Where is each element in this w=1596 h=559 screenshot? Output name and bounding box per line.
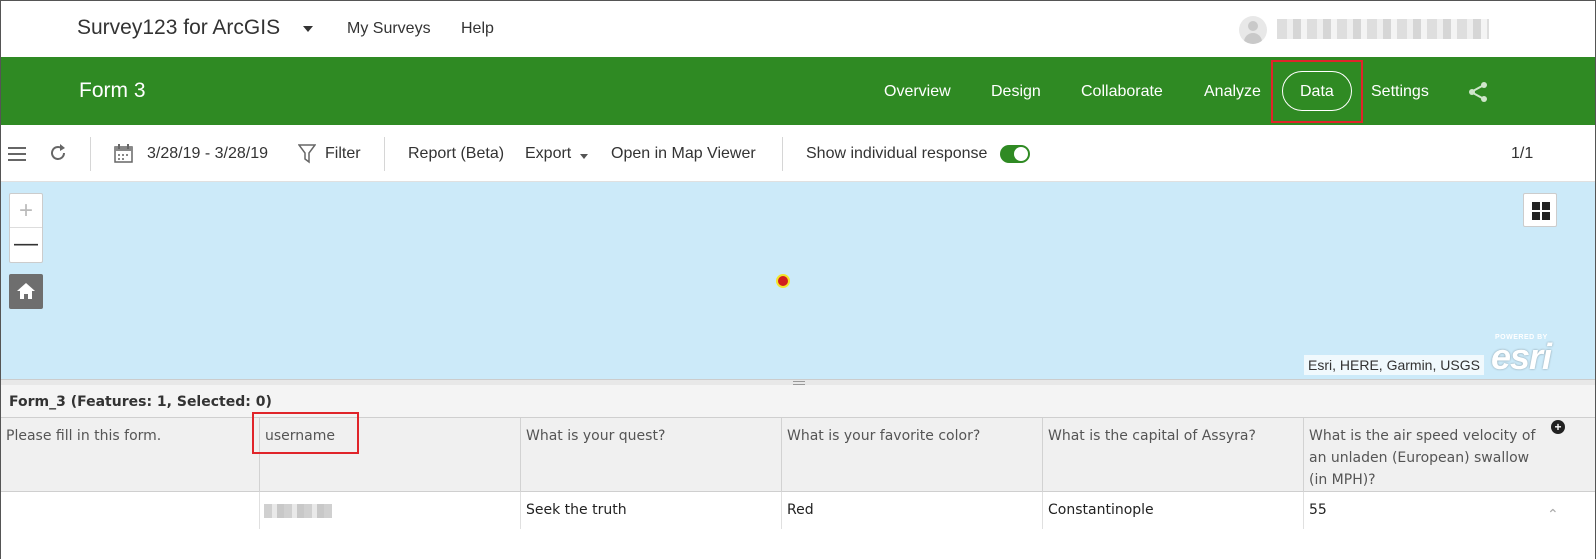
data-toolbar: 3/28/19 - 3/28/19 Filter Report (Beta) E… xyxy=(1,125,1595,182)
esri-logo-word: esri xyxy=(1491,336,1552,377)
username-highlight xyxy=(252,412,359,454)
pager: 1/1 xyxy=(1511,145,1534,162)
add-column-icon[interactable]: + xyxy=(1551,420,1565,434)
table-footer xyxy=(1,529,1595,559)
avatar-body xyxy=(1244,33,1262,44)
filter-button[interactable]: Filter xyxy=(325,145,361,163)
export-button[interactable]: Export xyxy=(525,145,571,163)
individual-response-label: Show individual response xyxy=(806,145,988,162)
toolbar-separator xyxy=(782,137,783,171)
map-view[interactable]: + — Esri, HERE, Garmin, USGS POWERED BY … xyxy=(1,182,1595,379)
data-tab-highlight xyxy=(1271,60,1363,123)
chevron-down-icon[interactable] xyxy=(580,154,588,159)
redacted-username[interactable] xyxy=(1277,19,1489,39)
form-title: Form 3 xyxy=(79,79,146,102)
top-bar: Survey123 for ArcGIS My Surveys Help xyxy=(1,1,1595,57)
chevron-down-icon[interactable] xyxy=(303,26,313,32)
toolbar-separator xyxy=(90,137,91,171)
table-cell xyxy=(1,492,260,529)
date-range-picker[interactable]: 3/28/19 - 3/28/19 xyxy=(147,145,268,163)
table-cell: Constantinople xyxy=(1043,492,1304,529)
home-icon xyxy=(17,283,35,299)
redacted-username-cell xyxy=(264,504,332,518)
menu-icon[interactable] xyxy=(8,145,28,163)
my-surveys-link[interactable]: My Surveys xyxy=(347,20,431,38)
chevron-up-icon[interactable]: ⌃ xyxy=(1547,506,1559,523)
esri-logo: POWERED BY esri xyxy=(1491,332,1561,377)
basemap-gallery-button[interactable] xyxy=(1523,193,1557,227)
table-cell: Seek the truth xyxy=(521,492,782,529)
avatar-head xyxy=(1248,21,1258,31)
attribute-table-header: Form_3 (Features: 1, Selected: 0) xyxy=(1,385,1595,418)
refresh-icon[interactable] xyxy=(48,143,68,163)
map-attribution: Esri, HERE, Garmin, USGS xyxy=(1304,355,1484,375)
response-point-marker[interactable] xyxy=(776,274,790,288)
column-header[interactable]: What is your favorite color? xyxy=(782,418,1043,492)
toggle-knob xyxy=(1014,147,1028,161)
toolbar-separator xyxy=(384,137,385,171)
table-row[interactable]: Seek the truth Red Constantinople 55 xyxy=(1,492,1595,529)
individual-response-toggle[interactable] xyxy=(1000,145,1030,163)
table-title: Form_3 (Features: 1, Selected: 0) xyxy=(9,394,272,410)
avatar[interactable] xyxy=(1239,16,1267,44)
app-title[interactable]: Survey123 for ArcGIS xyxy=(77,16,280,40)
table-cell: Red xyxy=(782,492,1043,529)
column-header[interactable]: Please fill in this form. xyxy=(1,418,260,492)
share-icon[interactable] xyxy=(1467,81,1489,103)
zoom-out-button[interactable]: — xyxy=(10,228,42,262)
table-column-headers: Please fill in this form. username What … xyxy=(1,418,1595,492)
report-button[interactable]: Report (Beta) xyxy=(408,145,504,163)
grid-icon xyxy=(1532,202,1550,220)
tab-design[interactable]: Design xyxy=(991,83,1041,101)
help-link[interactable]: Help xyxy=(461,20,494,38)
tab-overview[interactable]: Overview xyxy=(884,83,951,101)
open-map-viewer-button[interactable]: Open in Map Viewer xyxy=(611,145,756,163)
filter-icon[interactable] xyxy=(298,144,316,164)
zoom-controls: + — xyxy=(9,193,43,263)
column-header[interactable]: What is your quest? xyxy=(521,418,782,492)
home-button[interactable] xyxy=(9,274,43,309)
zoom-in-button[interactable]: + xyxy=(10,194,42,228)
table-cell: 55 xyxy=(1309,502,1327,518)
tab-analyze[interactable]: Analyze xyxy=(1204,83,1261,101)
tab-settings[interactable]: Settings xyxy=(1371,83,1429,101)
calendar-icon[interactable] xyxy=(114,144,134,164)
column-header[interactable]: What is the capital of Assyra? xyxy=(1043,418,1304,492)
tab-collaborate[interactable]: Collaborate xyxy=(1081,83,1163,101)
column-header[interactable]: What is the air speed velocity of an unl… xyxy=(1304,418,1560,492)
